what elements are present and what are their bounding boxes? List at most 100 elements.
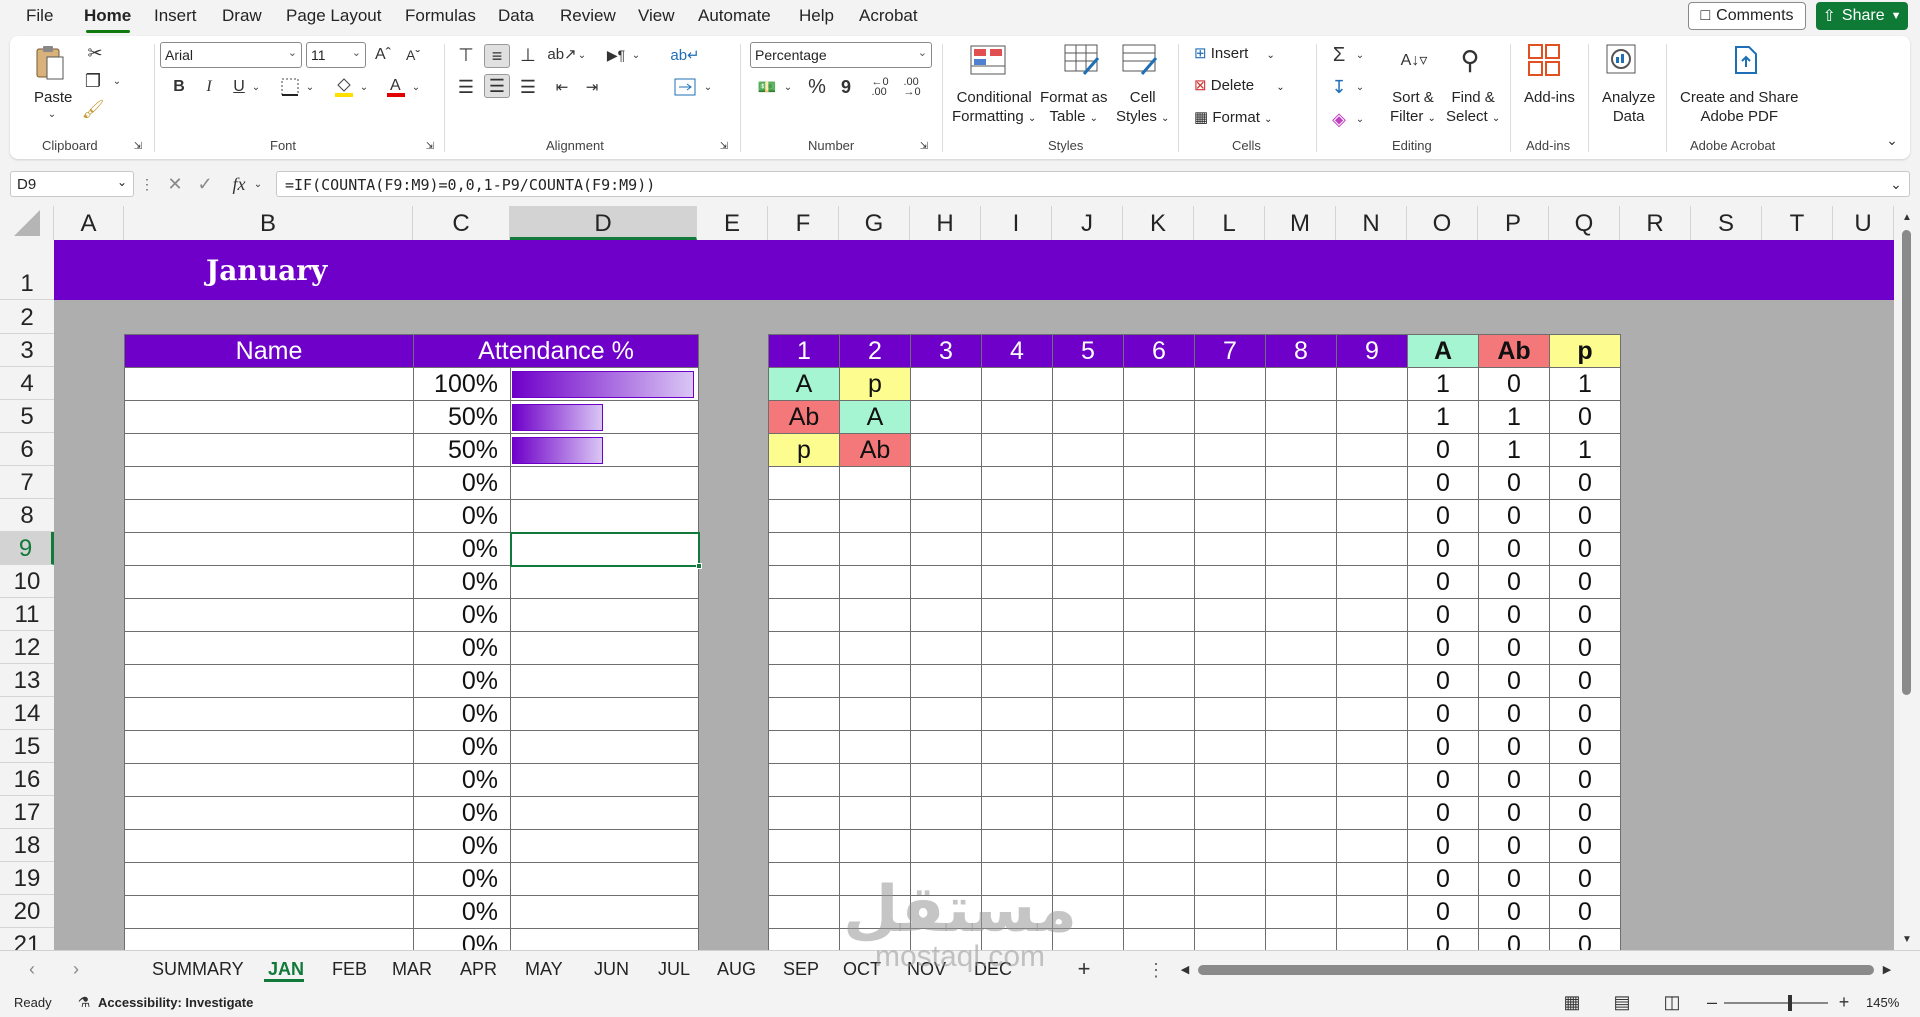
align-middle-icon[interactable]: ≡ xyxy=(484,44,510,68)
horizontal-scroll-thumb[interactable] xyxy=(1198,965,1874,975)
column-header-d[interactable]: D xyxy=(510,206,697,240)
italic-button[interactable]: I xyxy=(198,76,220,98)
day-cell[interactable] xyxy=(839,532,911,566)
align-center-icon[interactable]: ☰ xyxy=(484,74,510,98)
day-header-7[interactable]: 7 xyxy=(1194,334,1266,368)
increase-indent-icon[interactable]: ⇥ xyxy=(580,76,604,98)
tab-review[interactable]: Review xyxy=(560,6,616,26)
name-cell[interactable] xyxy=(124,763,414,797)
count-cell-ab[interactable]: 0 xyxy=(1478,730,1550,764)
format-painter-icon[interactable]: 🖌 xyxy=(82,98,105,120)
day-cell[interactable] xyxy=(1123,928,1195,950)
row-header-12[interactable]: 12 xyxy=(0,631,54,664)
day-cell[interactable] xyxy=(768,895,840,929)
day-cell[interactable] xyxy=(1052,598,1124,632)
column-header-r[interactable]: R xyxy=(1620,206,1691,240)
day-cell[interactable] xyxy=(910,631,982,665)
day-header-9[interactable]: 9 xyxy=(1336,334,1408,368)
column-header-h[interactable]: H xyxy=(910,206,981,240)
row-header-2[interactable]: 2 xyxy=(0,300,54,334)
name-cell[interactable] xyxy=(124,829,414,863)
count-cell-p[interactable]: 0 xyxy=(1549,499,1621,533)
comments-button[interactable]: □ Comments xyxy=(1688,2,1806,30)
attendance-percent-cell[interactable]: 0% xyxy=(413,565,511,599)
row-header-16[interactable]: 16 xyxy=(0,763,54,796)
attendance-bar-cell[interactable] xyxy=(509,664,700,698)
attendance-bar-cell[interactable] xyxy=(509,565,700,599)
day-cell[interactable] xyxy=(1052,664,1124,698)
count-cell-a[interactable]: 0 xyxy=(1407,796,1479,830)
count-cell-a[interactable]: 0 xyxy=(1407,499,1479,533)
count-cell-ab[interactable]: 0 xyxy=(1478,829,1550,863)
more-options-icon[interactable]: ⋮ xyxy=(140,173,154,195)
fill-color-icon[interactable] xyxy=(332,74,356,98)
next-sheet-icon[interactable]: › xyxy=(66,959,86,979)
attendance-percent-cell[interactable]: 0% xyxy=(413,466,511,500)
decrease-decimal-icon[interactable]: .00 →0 xyxy=(898,76,926,98)
wrap-text-icon[interactable]: ab↵ xyxy=(670,42,699,68)
cancel-icon[interactable]: ✕ xyxy=(164,173,186,195)
day-cell[interactable]: p xyxy=(839,367,911,401)
day-cell[interactable] xyxy=(910,598,982,632)
attendance-bar-cell[interactable] xyxy=(509,598,700,632)
attendance-bar-cell[interactable] xyxy=(509,796,700,830)
attendance-column-header[interactable]: Attendance % xyxy=(412,334,700,368)
attendance-bar-cell[interactable] xyxy=(509,763,700,797)
day-cell[interactable] xyxy=(839,862,911,896)
tab-automate[interactable]: Automate xyxy=(698,6,771,26)
scroll-left-icon[interactable]: ◀ xyxy=(1178,961,1192,977)
row-header-19[interactable]: 19 xyxy=(0,862,54,895)
increase-font-icon[interactable]: Aˆ xyxy=(372,44,394,66)
dialog-launcher-icon[interactable]: ⇲ xyxy=(918,140,930,152)
count-cell-ab[interactable]: 0 xyxy=(1478,631,1550,665)
day-cell[interactable] xyxy=(1336,367,1408,401)
day-cell[interactable] xyxy=(1052,763,1124,797)
analyze-data-icon[interactable] xyxy=(1602,42,1642,78)
count-cell-a[interactable]: 0 xyxy=(1407,664,1479,698)
day-cell[interactable] xyxy=(1336,664,1408,698)
attendance-percent-cell[interactable]: 0% xyxy=(413,664,511,698)
day-cell[interactable] xyxy=(1265,367,1337,401)
format-as-table-icon[interactable] xyxy=(1062,42,1102,78)
zoom-out-icon[interactable]: – xyxy=(1704,991,1720,1013)
count-cell-a[interactable]: 0 xyxy=(1407,697,1479,731)
count-cell-a[interactable]: 0 xyxy=(1407,598,1479,632)
count-cell-p[interactable]: 0 xyxy=(1549,730,1621,764)
count-cell-p[interactable]: 0 xyxy=(1549,598,1621,632)
day-cell[interactable] xyxy=(1336,829,1408,863)
name-cell[interactable] xyxy=(124,499,414,533)
day-cell[interactable] xyxy=(1265,499,1337,533)
count-cell-p[interactable]: 0 xyxy=(1549,763,1621,797)
chevron-down-icon[interactable]: ⌄ xyxy=(630,44,642,66)
count-cell-ab[interactable]: 0 xyxy=(1478,862,1550,896)
count-cell-p[interactable]: 0 xyxy=(1549,796,1621,830)
day-cell[interactable] xyxy=(981,400,1053,434)
column-header-n[interactable]: N xyxy=(1336,206,1407,240)
share-button[interactable]: ⇧ Share ▼ xyxy=(1816,2,1908,30)
attendance-bar-cell[interactable] xyxy=(509,697,700,731)
day-cell[interactable] xyxy=(1052,631,1124,665)
day-cell[interactable] xyxy=(839,664,911,698)
day-cell[interactable] xyxy=(1123,466,1195,500)
row-header-1[interactable]: 1 xyxy=(0,240,54,300)
fill-icon[interactable]: ↧ xyxy=(1326,74,1352,100)
day-cell[interactable] xyxy=(1194,400,1266,434)
summary-header-a[interactable]: A xyxy=(1407,334,1479,368)
day-cell[interactable] xyxy=(1265,796,1337,830)
chevron-down-icon[interactable]: ⌄ xyxy=(782,76,794,98)
day-cell[interactable] xyxy=(1052,499,1124,533)
scroll-down-icon[interactable]: ▼ xyxy=(1900,932,1914,946)
day-cell[interactable] xyxy=(1123,499,1195,533)
cell-styles-icon[interactable] xyxy=(1120,42,1160,78)
count-cell-ab[interactable]: 0 xyxy=(1478,565,1550,599)
day-cell[interactable] xyxy=(1052,895,1124,929)
day-cell[interactable] xyxy=(981,928,1053,950)
day-cell[interactable] xyxy=(1052,367,1124,401)
attendance-bar-cell[interactable] xyxy=(509,928,700,950)
column-header-s[interactable]: S xyxy=(1691,206,1762,240)
day-cell[interactable] xyxy=(1123,796,1195,830)
column-header-a[interactable]: A xyxy=(54,206,124,240)
attendance-bar-cell[interactable] xyxy=(509,829,700,863)
conditional-formatting-button[interactable]: Conditional Formatting ⌄ xyxy=(952,88,1036,128)
day-cell[interactable] xyxy=(981,763,1053,797)
